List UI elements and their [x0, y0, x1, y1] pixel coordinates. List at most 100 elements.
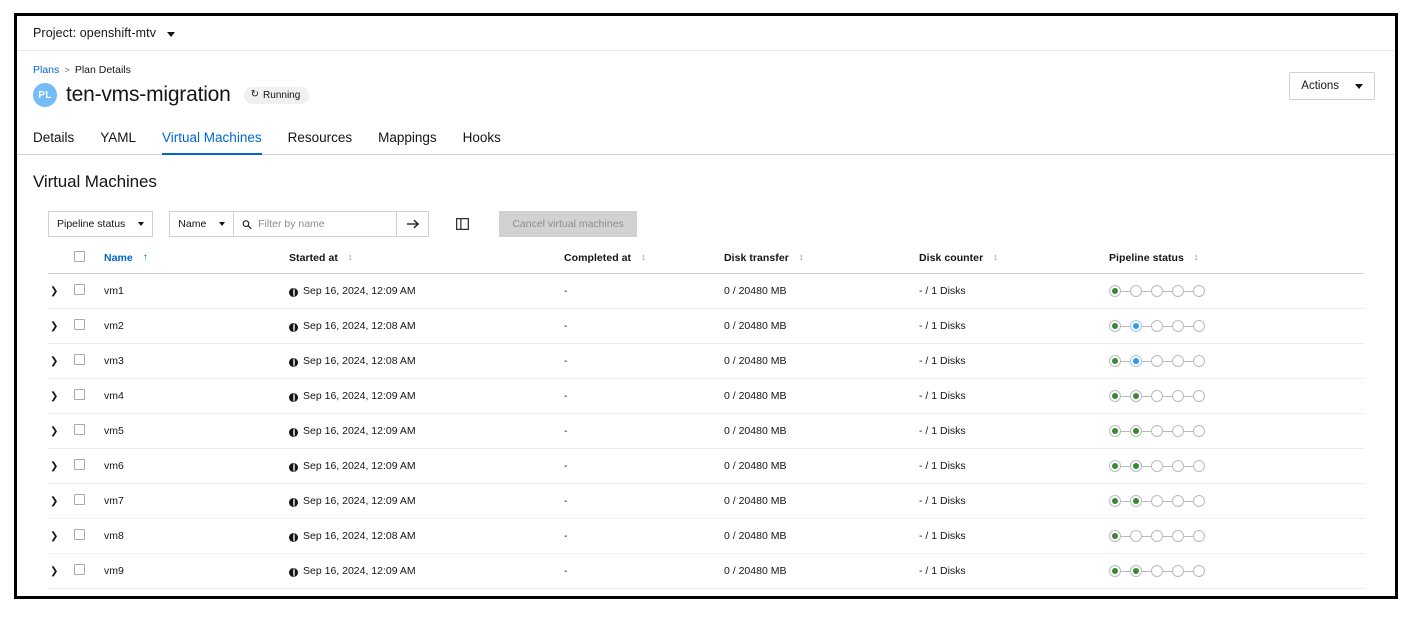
pipeline-step-pending[interactable] [1193, 530, 1205, 542]
row-checkbox[interactable] [74, 459, 85, 470]
cell-disk-counter: - / 1 Disks [919, 413, 1109, 449]
pipeline-step-pending[interactable] [1172, 565, 1184, 577]
th-completed-at[interactable]: Completed at ↕ [564, 251, 724, 274]
pipeline-step-pending[interactable] [1151, 495, 1163, 507]
pipeline-step-pending[interactable] [1151, 355, 1163, 367]
pipeline-step-dot [1196, 323, 1202, 329]
project-selector[interactable]: Project: openshift-mtv [33, 26, 176, 40]
search-filter-group: Name [169, 211, 430, 237]
breadcrumb-link-plans[interactable]: Plans [33, 64, 59, 76]
pipeline-step-pending[interactable] [1151, 460, 1163, 472]
row-checkbox[interactable] [74, 424, 85, 435]
attribute-filter-select[interactable]: Name [169, 211, 235, 237]
pipeline-step-pending[interactable] [1172, 495, 1184, 507]
pipeline-step-done[interactable] [1109, 285, 1121, 297]
actions-button[interactable]: Actions [1289, 72, 1375, 100]
expand-row-icon[interactable]: ❯ [48, 461, 58, 472]
row-select-cell [74, 413, 104, 449]
th-name[interactable]: Name ↑ [104, 251, 289, 274]
pipeline-step-done[interactable] [1109, 565, 1121, 577]
pipeline-step-pending[interactable] [1193, 355, 1205, 367]
tab-details[interactable]: Details [33, 130, 87, 154]
th-started-at[interactable]: Started at ↕ [289, 251, 564, 274]
pipeline-step-pending[interactable] [1172, 355, 1184, 367]
row-checkbox[interactable] [74, 319, 85, 330]
pipeline-step-pending[interactable] [1172, 425, 1184, 437]
row-checkbox[interactable] [74, 354, 85, 365]
tab-yaml[interactable]: YAML [87, 130, 149, 154]
th-disk-counter[interactable]: Disk counter ↕ [919, 251, 1109, 274]
tab-hooks[interactable]: Hooks [450, 130, 514, 154]
pipeline-status-filter-select[interactable]: Pipeline status [48, 211, 154, 237]
pipeline-step-done[interactable] [1130, 565, 1142, 577]
row-checkbox[interactable] [74, 389, 85, 400]
pipeline-step-done[interactable] [1130, 390, 1142, 402]
pipeline-step-pending[interactable] [1151, 530, 1163, 542]
pipeline-step-done[interactable] [1130, 495, 1142, 507]
pipeline-step-done[interactable] [1130, 425, 1142, 437]
pipeline-step-pending[interactable] [1172, 285, 1184, 297]
pipeline-step-active[interactable] [1130, 320, 1142, 332]
pipeline-step-done[interactable] [1109, 425, 1121, 437]
th-disk-transfer[interactable]: Disk transfer ↕ [724, 251, 919, 274]
search-submit-button[interactable] [397, 211, 430, 237]
pipeline-step-pending[interactable] [1151, 425, 1163, 437]
search-input[interactable] [258, 218, 389, 230]
row-checkbox[interactable] [74, 284, 85, 295]
cancel-virtual-machines-button[interactable]: Cancel virtual machines [499, 211, 637, 237]
globe-icon [289, 427, 298, 437]
pipeline-step-active[interactable] [1130, 355, 1142, 367]
expand-row-icon[interactable]: ❯ [48, 426, 58, 437]
expand-row-icon[interactable]: ❯ [48, 321, 58, 332]
pipeline-step-pending[interactable] [1193, 320, 1205, 332]
cell-disk-counter: - / 1 Disks [919, 273, 1109, 309]
pipeline-step-pending[interactable] [1193, 285, 1205, 297]
pipeline-step-pending[interactable] [1193, 495, 1205, 507]
pipeline-step-pending[interactable] [1193, 565, 1205, 577]
tab-mappings[interactable]: Mappings [365, 130, 450, 154]
expand-row-icon[interactable]: ❯ [48, 286, 58, 297]
pipeline-step-done[interactable] [1109, 495, 1121, 507]
pipeline-step-pending[interactable] [1130, 530, 1142, 542]
pipeline-step-pending[interactable] [1193, 390, 1205, 402]
pipeline-step-pending[interactable] [1172, 530, 1184, 542]
pipeline-step-pending[interactable] [1193, 425, 1205, 437]
pipeline-step-dot [1133, 358, 1139, 364]
pipeline-step-pending[interactable] [1151, 320, 1163, 332]
cell-pipeline-status [1109, 483, 1364, 519]
pipeline-step-done[interactable] [1130, 460, 1142, 472]
expand-row-icon[interactable]: ❯ [48, 391, 58, 402]
select-all-checkbox[interactable] [74, 251, 85, 262]
pipeline-step-done[interactable] [1109, 390, 1121, 402]
pipeline-step-pending[interactable] [1151, 565, 1163, 577]
pipeline-step-done[interactable] [1109, 320, 1121, 332]
tab-virtual-machines[interactable]: Virtual Machines [149, 130, 275, 155]
pipeline-step-pending[interactable] [1172, 390, 1184, 402]
row-checkbox[interactable] [74, 564, 85, 575]
started-at-text: Sep 16, 2024, 12:08 AM [303, 530, 416, 542]
pipeline-step-dot [1175, 463, 1181, 469]
pipeline-step-dot [1112, 463, 1118, 469]
tab-resources[interactable]: Resources [275, 130, 366, 154]
pipeline-step-pending[interactable] [1193, 460, 1205, 472]
pipeline-step-pending[interactable] [1151, 285, 1163, 297]
pipeline-step-pending[interactable] [1172, 460, 1184, 472]
globe-icon [289, 497, 298, 507]
cell-pipeline-status [1109, 273, 1364, 309]
row-checkbox[interactable] [74, 529, 85, 540]
pipeline-step-pending[interactable] [1172, 320, 1184, 332]
pipeline-step-done[interactable] [1109, 355, 1121, 367]
pipeline-indicator [1109, 495, 1364, 507]
pipeline-step-pending[interactable] [1130, 285, 1142, 297]
pipeline-step-done[interactable] [1109, 460, 1121, 472]
pipeline-step-done[interactable] [1109, 530, 1121, 542]
th-pipeline-status[interactable]: Pipeline status ↕ [1109, 251, 1364, 274]
row-select-cell [74, 308, 104, 344]
expand-row-icon[interactable]: ❯ [48, 566, 58, 577]
expand-row-icon[interactable]: ❯ [48, 531, 58, 542]
column-manager-button[interactable] [447, 211, 477, 237]
row-checkbox[interactable] [74, 494, 85, 505]
expand-row-icon[interactable]: ❯ [48, 496, 58, 507]
expand-row-icon[interactable]: ❯ [48, 356, 58, 367]
pipeline-step-pending[interactable] [1151, 390, 1163, 402]
